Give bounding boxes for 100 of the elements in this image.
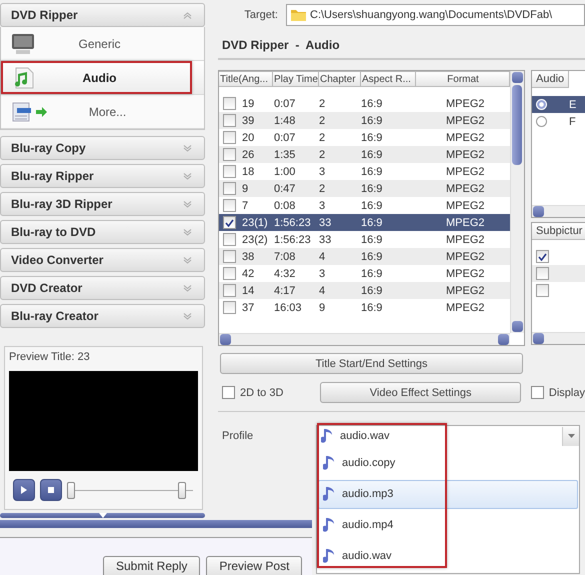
checkbox[interactable]: Display [530,386,585,399]
chevron-down-icon [183,256,192,264]
chevron-down-icon [183,172,192,180]
sidebar-item[interactable]: Generic [1,27,204,61]
row-checkbox[interactable] [223,284,236,297]
vertical-scrollbar[interactable] [510,71,524,333]
sidebar-item[interactable]: More... [1,95,204,129]
section-header[interactable]: Blu-ray Ripper [0,164,205,188]
table-cell-text: 16:9 [361,166,384,178]
section-header[interactable]: Blu-ray Copy [0,136,205,160]
column-header[interactable]: Play Time [273,71,319,87]
row-checkbox[interactable] [223,114,236,127]
table-cell: 23(1) [242,216,268,228]
title-row[interactable]: 9 0:47 2 16:9 MPEG2 [219,180,510,197]
row-checkbox[interactable] [223,131,236,144]
section-header[interactable]: DVD Ripper [0,3,205,27]
table-cell-text: MPEG2 [445,148,486,160]
slider-thumb[interactable] [178,482,186,498]
title-row[interactable]: 38 7:08 4 16:9 MPEG2 [219,248,510,265]
section-header[interactable]: DVD Creator [0,276,205,300]
folder-icon [291,9,306,21]
row-checkbox[interactable] [223,216,236,229]
stop-button[interactable] [40,479,62,501]
table-cell-text: 16:9 [361,98,384,110]
slider-thumb[interactable] [67,482,75,498]
subpicture-checkbox[interactable] [536,267,549,280]
row-checkbox[interactable] [223,250,236,263]
forum-button[interactable]: Submit Reply [103,556,200,575]
row-checkbox[interactable] [223,301,236,314]
table-cell: 18 [242,166,254,178]
section-header[interactable]: Video Converter [0,248,205,272]
table-cell-text: 16:9 [361,234,384,246]
table-cell-text: 16:9 [361,284,384,296]
table-cell-text: MPEG2 [445,284,486,296]
table-cell-text: MPEG2 [445,98,486,110]
dropdown-option[interactable]: audio.mp3 [318,480,578,508]
column-header[interactable]: Chapter [319,71,361,87]
column-header[interactable]: Title(Ang... [219,71,273,87]
play-icon [21,486,27,494]
column-header[interactable]: Format [416,71,510,87]
row-checkbox[interactable] [223,199,236,212]
title-row[interactable]: 14 4:17 4 16:9 MPEG2 [219,282,510,299]
preview-title: Preview Title: 23 [9,351,91,365]
column-header[interactable]: Aspect R... [361,71,416,87]
section-header[interactable]: Blu-ray to DVD [0,220,205,244]
row-checkbox[interactable] [223,182,236,195]
checkmark-icon [225,218,234,226]
row-checkbox[interactable] [223,148,236,161]
radio-button[interactable] [536,116,547,127]
row-checkbox[interactable] [223,97,236,110]
table-cell-text: MPEG2 [445,182,486,194]
checkbox[interactable]: 2D to 3D [218,386,320,399]
table-cell-text: 33 [319,234,332,246]
row-checkbox[interactable] [223,165,236,178]
table-cell: 38 [242,250,254,262]
table-cell-text: MPEG2 [445,200,486,212]
music-note-icon [323,517,336,533]
table-cell-text: 2 [319,182,326,194]
title-row[interactable]: 26 1:35 2 16:9 MPEG2 [219,146,510,163]
subpicture-checkbox[interactable] [536,250,549,264]
caret-down-icon [98,513,106,518]
table-cell-text: 4 [319,250,326,262]
profile-dropdown[interactable]: audio.wav [316,424,580,448]
profile-label: Profile [221,430,254,442]
table-cell-text: 16:9 [361,114,384,126]
table-cell-text: MPEG2 [445,302,486,314]
table-cell-text: 33 [319,216,332,228]
music-note-icon [323,455,336,471]
title-settings-button[interactable]: Title Start/End Settings [220,353,523,374]
table-cell-text: 16:9 [361,216,384,228]
chevron-down-icon [183,312,192,320]
stop-icon [48,487,54,493]
horizontal-scrollbar[interactable] [532,332,585,344]
table-cell-text: 4:17 [273,284,296,296]
section-header[interactable]: Blu-ray Creator [0,304,205,328]
table-cell-text: 7:08 [273,250,296,262]
table-cell-text: 2 [319,114,326,126]
play-button[interactable] [13,479,35,501]
collapse-bar[interactable] [0,513,205,518]
title-row[interactable]: 23(1) 1:56:23 33 16:9 MPEG2 [219,214,510,231]
target-path-field[interactable]: C:\Users\shuangyong.wang\Documents\DVDFab\ [286,4,585,26]
audio-track-row[interactable]: E [532,96,585,113]
monitor-icon [11,32,35,54]
table-cell-text: 16:9 [361,148,384,160]
horizontal-scrollbar[interactable] [532,205,585,218]
title-row[interactable]: 39 1:48 2 16:9 MPEG2 [219,112,510,129]
column-header[interactable]: Audio [532,71,570,88]
table-cell-text: MPEG2 [445,234,486,246]
table-cell: 39 [242,114,254,126]
forum-button[interactable]: Preview Post [206,556,302,575]
video-effect-button[interactable]: Video Effect Settings [320,382,521,403]
row-checkbox[interactable] [223,233,236,246]
column-header[interactable]: Subpictur [532,223,585,240]
sidebar-item[interactable]: Audio [1,61,204,95]
chevron-down-icon [183,200,192,208]
table-cell-text: 1:35 [273,148,296,160]
row-checkbox[interactable] [223,267,236,280]
horizontal-scrollbar[interactable] [219,333,510,345]
section-header[interactable]: Blu-ray 3D Ripper [0,192,205,216]
subpicture-checkbox[interactable] [536,284,549,298]
